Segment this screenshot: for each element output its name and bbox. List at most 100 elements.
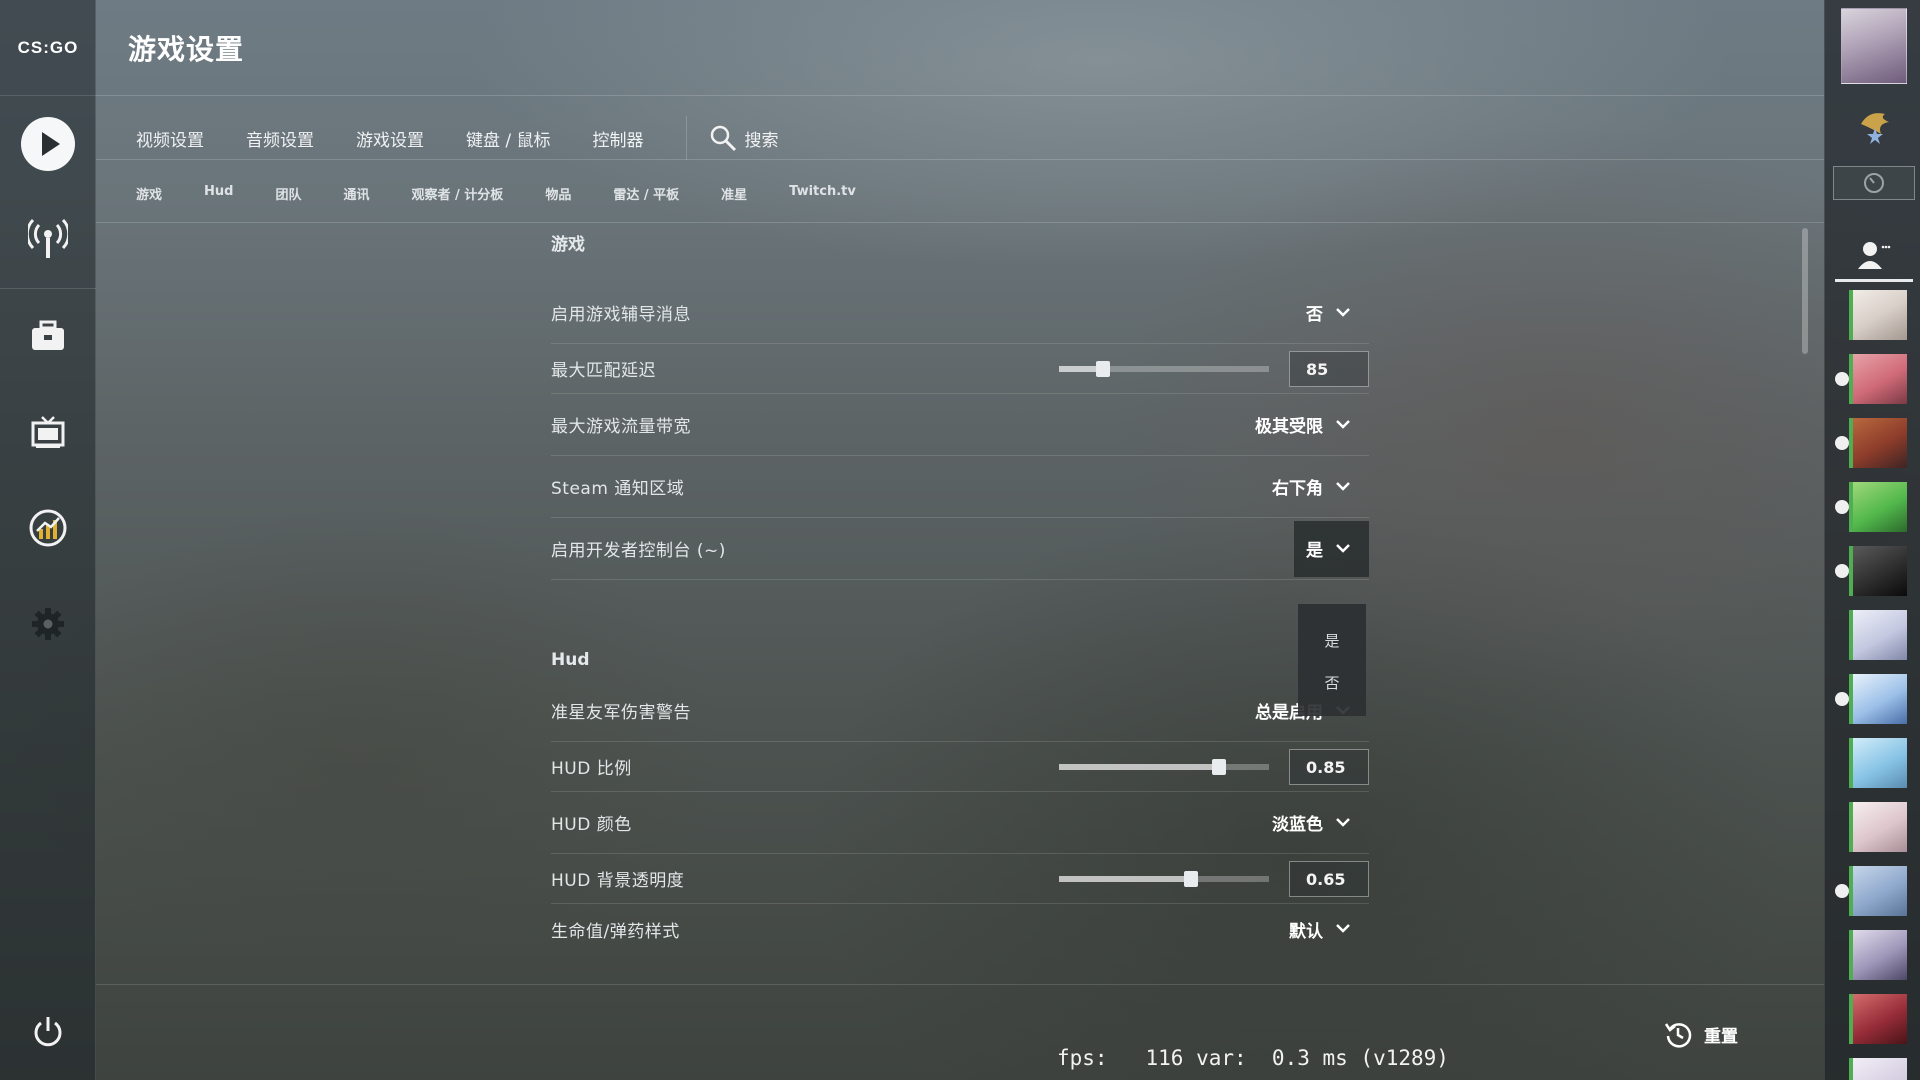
friend-avatar[interactable] [1849,930,1907,980]
reset-button[interactable]: 重置 [1664,1020,1738,1048]
subtab-team[interactable]: 团队 [275,184,301,203]
setting-row: 最大匹配延迟 85 [551,344,1369,394]
dropdown[interactable]: 否 [1306,300,1351,325]
subtab-crosshair[interactable]: 准星 [721,184,747,203]
inventory-button[interactable] [18,306,78,366]
sidebar-divider [0,288,96,289]
settings-button[interactable] [18,594,78,654]
scrollbar[interactable] [1802,228,1808,354]
play-icon [21,117,75,171]
setting-label: HUD 背景透明度 [551,871,685,891]
setting-label: 生命值/弹药样式 [551,921,680,942]
nav-underline [96,159,1824,160]
setting-label: 启用游戏辅导消息 [551,305,691,325]
value-input[interactable]: 0.65 [1289,860,1369,897]
slider[interactable] [1059,758,1269,775]
friend-avatar[interactable] [1849,610,1907,660]
watch-button[interactable] [18,402,78,462]
subtab-communication[interactable]: 通讯 [343,184,369,203]
inventory-icon [32,320,64,350]
settings-subnav: 游戏 Hud 团队 通讯 观察者 / 计分板 物品 雷达 / 平板 准星 Twi… [136,184,898,203]
dropdown-value: 右下角 [1272,479,1323,499]
value-input[interactable]: 85 [1289,350,1369,387]
slider-knob[interactable] [1184,870,1199,887]
chevron-down-icon [1336,924,1350,933]
setting-row: HUD 背景透明度 0.65 [551,854,1369,904]
friend-avatar[interactable] [1835,418,1907,468]
friend-avatar[interactable] [1835,482,1907,532]
friend-status-dot [1835,692,1849,706]
dropdown-value: 极其受限 [1255,417,1323,437]
cooldown-indicator [1833,166,1915,200]
slider-knob[interactable] [1211,758,1226,775]
chevron-down-icon [1336,543,1350,553]
tab-video[interactable]: 视频设置 [136,126,204,151]
subtab-items[interactable]: 物品 [545,184,571,203]
csgo-logo: CS:GO [0,0,96,96]
friends-tab[interactable] [1835,232,1913,282]
friend-avatar[interactable] [1849,738,1907,788]
dropdown-open[interactable]: 是 [1294,520,1369,577]
rank-icon [1861,113,1889,144]
dropdown[interactable]: 极其受限 [1255,412,1351,437]
friends-sidebar [1824,0,1920,1080]
setting-row: 生命值/弹药样式 默认 [551,904,1369,954]
dropdown-value: 否 [1306,305,1323,325]
setting-row: 启用游戏辅导消息 否 [551,282,1369,344]
friend-avatar[interactable] [1849,290,1907,340]
dropdown-option-yes[interactable]: 是 [1298,630,1366,651]
slider[interactable] [1059,870,1269,887]
friend-avatar[interactable] [1835,866,1907,916]
dropdown-value: 默认 [1289,921,1323,942]
dropdown[interactable]: 淡蓝色 [1272,810,1351,835]
section-title-hud: Hud [551,650,590,670]
friend-avatar[interactable] [1835,546,1907,596]
tab-controller[interactable]: 控制器 [593,126,644,151]
setting-row: HUD 颜色 淡蓝色 [551,792,1369,854]
clock-icon [1864,173,1884,193]
friend-avatar[interactable] [1849,994,1907,1044]
stats-button[interactable] [18,498,78,558]
setting-label: HUD 颜色 [551,815,632,835]
setting-label: HUD 比例 [551,759,632,779]
dropdown[interactable]: 默认 [1289,917,1351,942]
slider-fill [1059,763,1219,770]
setting-row: 启用开发者控制台 (~) 是 [551,518,1369,580]
broadcast-icon [28,218,68,258]
nav-divider [685,116,687,160]
setting-row: 最大游戏流量带宽 极其受限 [551,394,1369,456]
tab-audio[interactable]: 音频设置 [246,126,314,151]
friend-avatar[interactable] [1849,1058,1907,1080]
dropdown-value: 淡蓝色 [1272,815,1323,835]
setting-label: 启用开发者控制台 (~) [551,541,726,561]
chevron-down-icon [1336,307,1350,317]
power-button[interactable] [18,1002,78,1062]
tab-game[interactable]: 游戏设置 [356,126,424,151]
page-title: 游戏设置 [128,33,245,66]
slider-knob[interactable] [1096,360,1111,377]
play-button[interactable] [18,114,78,174]
friend-avatar[interactable] [1835,674,1907,724]
slider[interactable] [1059,360,1269,377]
tab-keyboard-mouse[interactable]: 键盘 / 鼠标 [466,126,551,151]
search-button[interactable]: 搜索 [709,124,779,152]
friend-avatar[interactable] [1849,802,1907,852]
setting-label: 最大匹配延迟 [551,361,656,381]
setting-row: 准星友军伤害警告 总是启用 [551,680,1369,742]
setting-row: HUD 比例 0.85 [551,742,1369,792]
dropdown[interactable]: 右下角 [1272,474,1351,499]
subtab-hud[interactable]: Hud [204,184,233,203]
dropdown-option-no[interactable]: 否 [1298,672,1366,693]
subtab-radar-tablet[interactable]: 雷达 / 平板 [613,184,679,203]
reset-label: 重置 [1704,1026,1738,1047]
friend-avatar[interactable] [1835,354,1907,404]
broadcast-button[interactable] [18,208,78,268]
subtab-game[interactable]: 游戏 [136,184,162,203]
subtab-spectator-scoreboard[interactable]: 观察者 / 计分板 [412,184,504,203]
value-input[interactable]: 0.85 [1289,748,1369,785]
settings-nav: 视频设置 音频设置 游戏设置 键盘 / 鼠标 控制器 搜索 [136,116,779,160]
header-divider [96,95,1824,96]
subtab-twitch[interactable]: Twitch.tv [789,184,856,203]
avatar[interactable] [1841,8,1907,84]
